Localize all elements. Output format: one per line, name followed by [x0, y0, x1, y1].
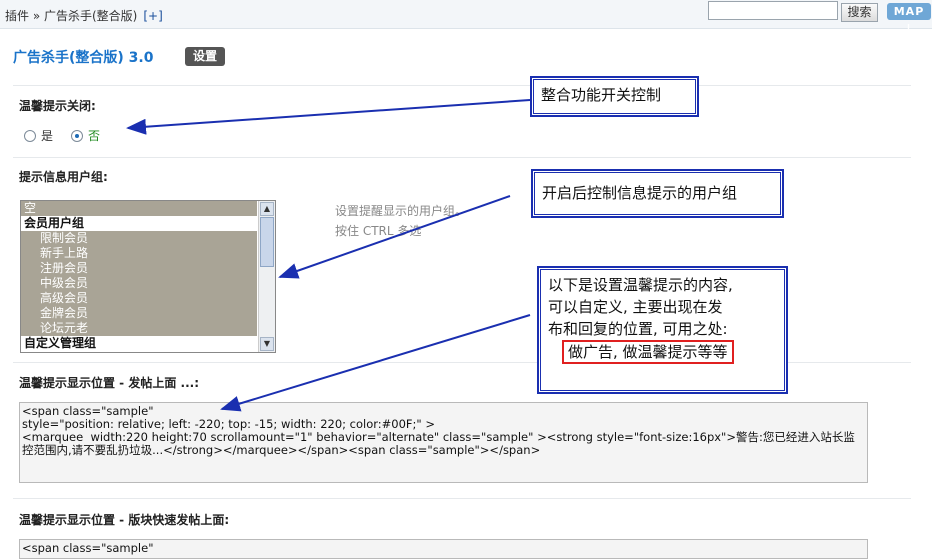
callout-content-line2: 可以自定义, 主要出现在发 [548, 298, 723, 316]
callout-user-group: 开启后控制信息提示的用户组 [531, 169, 784, 218]
callout-content-line3: 布和回复的位置, 可用之处: [548, 320, 728, 338]
callout-content-line1: 以下是设置温馨提示的内容, [548, 276, 733, 294]
callout-user-group-text: 开启后控制信息提示的用户组 [542, 184, 738, 202]
callout-highlight: 做广告, 做温馨提示等等 [562, 340, 734, 364]
callout-switch-text: 整合功能开关控制 [541, 86, 662, 104]
annotation-arrows [126, 99, 531, 412]
callout-content: 以下是设置温馨提示的内容, 可以自定义, 主要出现在发 布和回复的位置, 可用之… [537, 266, 788, 394]
callout-content-text: 以下是设置温馨提示的内容, 可以自定义, 主要出现在发 布和回复的位置, 可用之… [539, 268, 786, 370]
callout-switch: 整合功能开关控制 [530, 76, 699, 117]
arrow-1 [126, 99, 531, 135]
arrow-2 [278, 195, 511, 279]
arrow-3 [220, 314, 531, 412]
